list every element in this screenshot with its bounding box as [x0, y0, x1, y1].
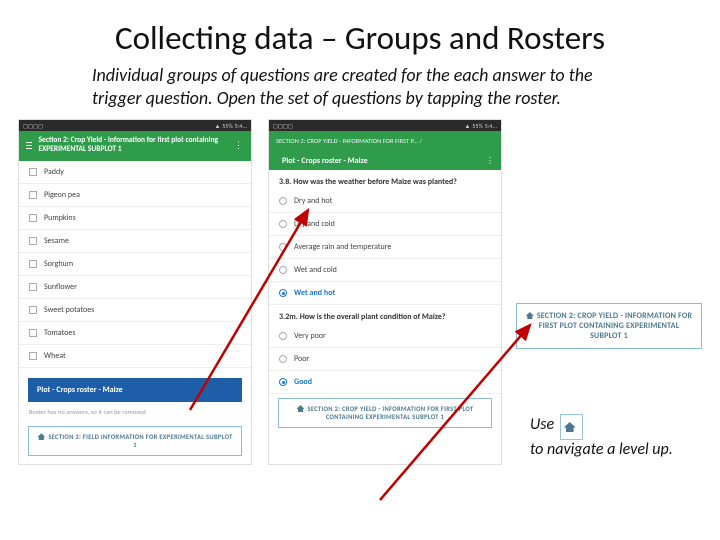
crop-option[interactable]: Tomatoes [19, 322, 251, 345]
crop-list: Paddy Pigeon pea Pumpkins Sesame Sorghum Sunf… [19, 161, 251, 368]
option-label: Dry and cold [294, 219, 335, 229]
crop-label: Sesame [44, 236, 69, 246]
crop-label: Sweet potatoes [44, 305, 94, 315]
checkbox-icon[interactable] [29, 168, 37, 176]
roster-hint: Roster has no answers, so it can be remo… [19, 408, 251, 422]
phone-left: ◻◻◻◻ ▲55%5:4... Section 2: Crop Yield - … [18, 119, 252, 465]
nav-next-section[interactable]: SECTION 3: FIELD INFORMATION FOR EXPERIM… [28, 426, 242, 456]
radio-icon[interactable] [279, 266, 287, 274]
crop-option[interactable]: Sweet potatoes [19, 299, 251, 322]
options-3-2m: Very poor Poor Good [269, 325, 501, 394]
option-label: Dry and hot [294, 196, 332, 206]
question-3-8: 3.8. How was the weather before Maize wa… [269, 170, 501, 190]
radio-icon[interactable] [279, 289, 287, 297]
radio-icon[interactable] [279, 332, 287, 340]
hamburger-icon[interactable] [26, 142, 32, 149]
radio-option[interactable]: Dry and cold [269, 213, 501, 236]
status-bar: ◻◻◻◻ ▲55%5:4... [19, 120, 251, 131]
crop-label: Wheat [44, 351, 66, 361]
section-title: Plot - Crops roster - Maize [282, 156, 368, 166]
status-bar: ◻◻◻◻ ▲55%5:4... [269, 120, 501, 131]
home-icon [564, 422, 576, 432]
phone-right: ◻◻◻◻ ▲55%5:4... SECTION 2: CROP YIELD - … [268, 119, 502, 465]
radio-option[interactable]: Dry and hot [269, 190, 501, 213]
radio-option[interactable]: Wet and cold [269, 259, 501, 282]
checkbox-icon[interactable] [29, 352, 37, 360]
nav-up-section[interactable]: SECTION 2: CROP YIELD - INFORMATION FOR … [278, 398, 492, 428]
roster-button[interactable]: Plot - Crops roster - Maize [28, 378, 242, 402]
crop-option[interactable]: Paddy [19, 161, 251, 184]
more-icon[interactable]: ⋮ [486, 156, 494, 166]
home-icon [526, 312, 534, 319]
radio-option[interactable]: Good [269, 371, 501, 394]
crop-option[interactable]: Pigeon pea [19, 184, 251, 207]
checkbox-icon[interactable] [29, 237, 37, 245]
radio-option[interactable]: Average rain and temperature [269, 236, 501, 259]
radio-option[interactable]: Poor [269, 348, 501, 371]
option-label: Poor [294, 354, 309, 364]
crop-label: Sunflower [44, 282, 77, 292]
home-icon [37, 433, 45, 440]
breadcrumb-top[interactable]: SECTION 2: CROP YIELD - INFORMATION FOR … [276, 137, 422, 145]
crop-label: Paddy [44, 167, 64, 177]
section-header: Plot - Crops roster - Maize ⋮ [269, 152, 501, 170]
checkbox-icon[interactable] [29, 306, 37, 314]
question-3-2m: 3.2m. How is the overall plant condition… [269, 305, 501, 325]
radio-icon[interactable] [279, 197, 287, 205]
option-label: Wet and cold [294, 265, 337, 275]
radio-icon[interactable] [279, 220, 287, 228]
slide-title: Collecting data – Groups and Rosters [0, 0, 720, 64]
crop-label: Pumpkins [44, 213, 76, 223]
more-icon[interactable]: ⋮ [234, 140, 244, 151]
radio-option[interactable]: Wet and hot [269, 282, 501, 305]
checkbox-icon[interactable] [29, 191, 37, 199]
radio-icon[interactable] [279, 355, 287, 363]
section-title: Section 2: Crop Yield - Information for … [38, 137, 228, 154]
radio-icon[interactable] [279, 378, 287, 386]
home-icon [297, 405, 305, 412]
crop-label: Tomatoes [44, 328, 75, 338]
checkbox-icon[interactable] [29, 214, 37, 222]
checkbox-icon[interactable] [29, 329, 37, 337]
crop-label: Sorghum [44, 259, 73, 269]
section-header: Section 2: Crop Yield - Information for … [19, 131, 251, 161]
option-label: Wet and hot [294, 288, 335, 298]
crop-option[interactable]: Wheat [19, 345, 251, 368]
crop-option[interactable]: Sorghum [19, 253, 251, 276]
slide-subtitle: Individual groups of questions are creat… [0, 64, 720, 119]
option-label: Good [294, 377, 312, 387]
option-label: Average rain and temperature [294, 242, 391, 252]
radio-option[interactable]: Very poor [269, 325, 501, 348]
use-caption: Use to navigate a level up. [530, 414, 690, 460]
home-icon-chip [560, 414, 583, 440]
crop-label: Pigeon pea [44, 190, 80, 200]
option-label: Very poor [294, 331, 326, 341]
section-header-top: SECTION 2: CROP YIELD - INFORMATION FOR … [269, 131, 501, 152]
crop-option[interactable]: Pumpkins [19, 207, 251, 230]
checkbox-icon[interactable] [29, 260, 37, 268]
options-3-8: Dry and hot Dry and cold Average rain and … [269, 190, 501, 305]
crop-option[interactable]: Sesame [19, 230, 251, 253]
callout-nav-pill: SECTION 2: CROP YIELD - INFORMATION FOR … [516, 303, 702, 349]
crop-option[interactable]: Sunflower [19, 276, 251, 299]
checkbox-icon[interactable] [29, 283, 37, 291]
radio-icon[interactable] [279, 243, 287, 251]
